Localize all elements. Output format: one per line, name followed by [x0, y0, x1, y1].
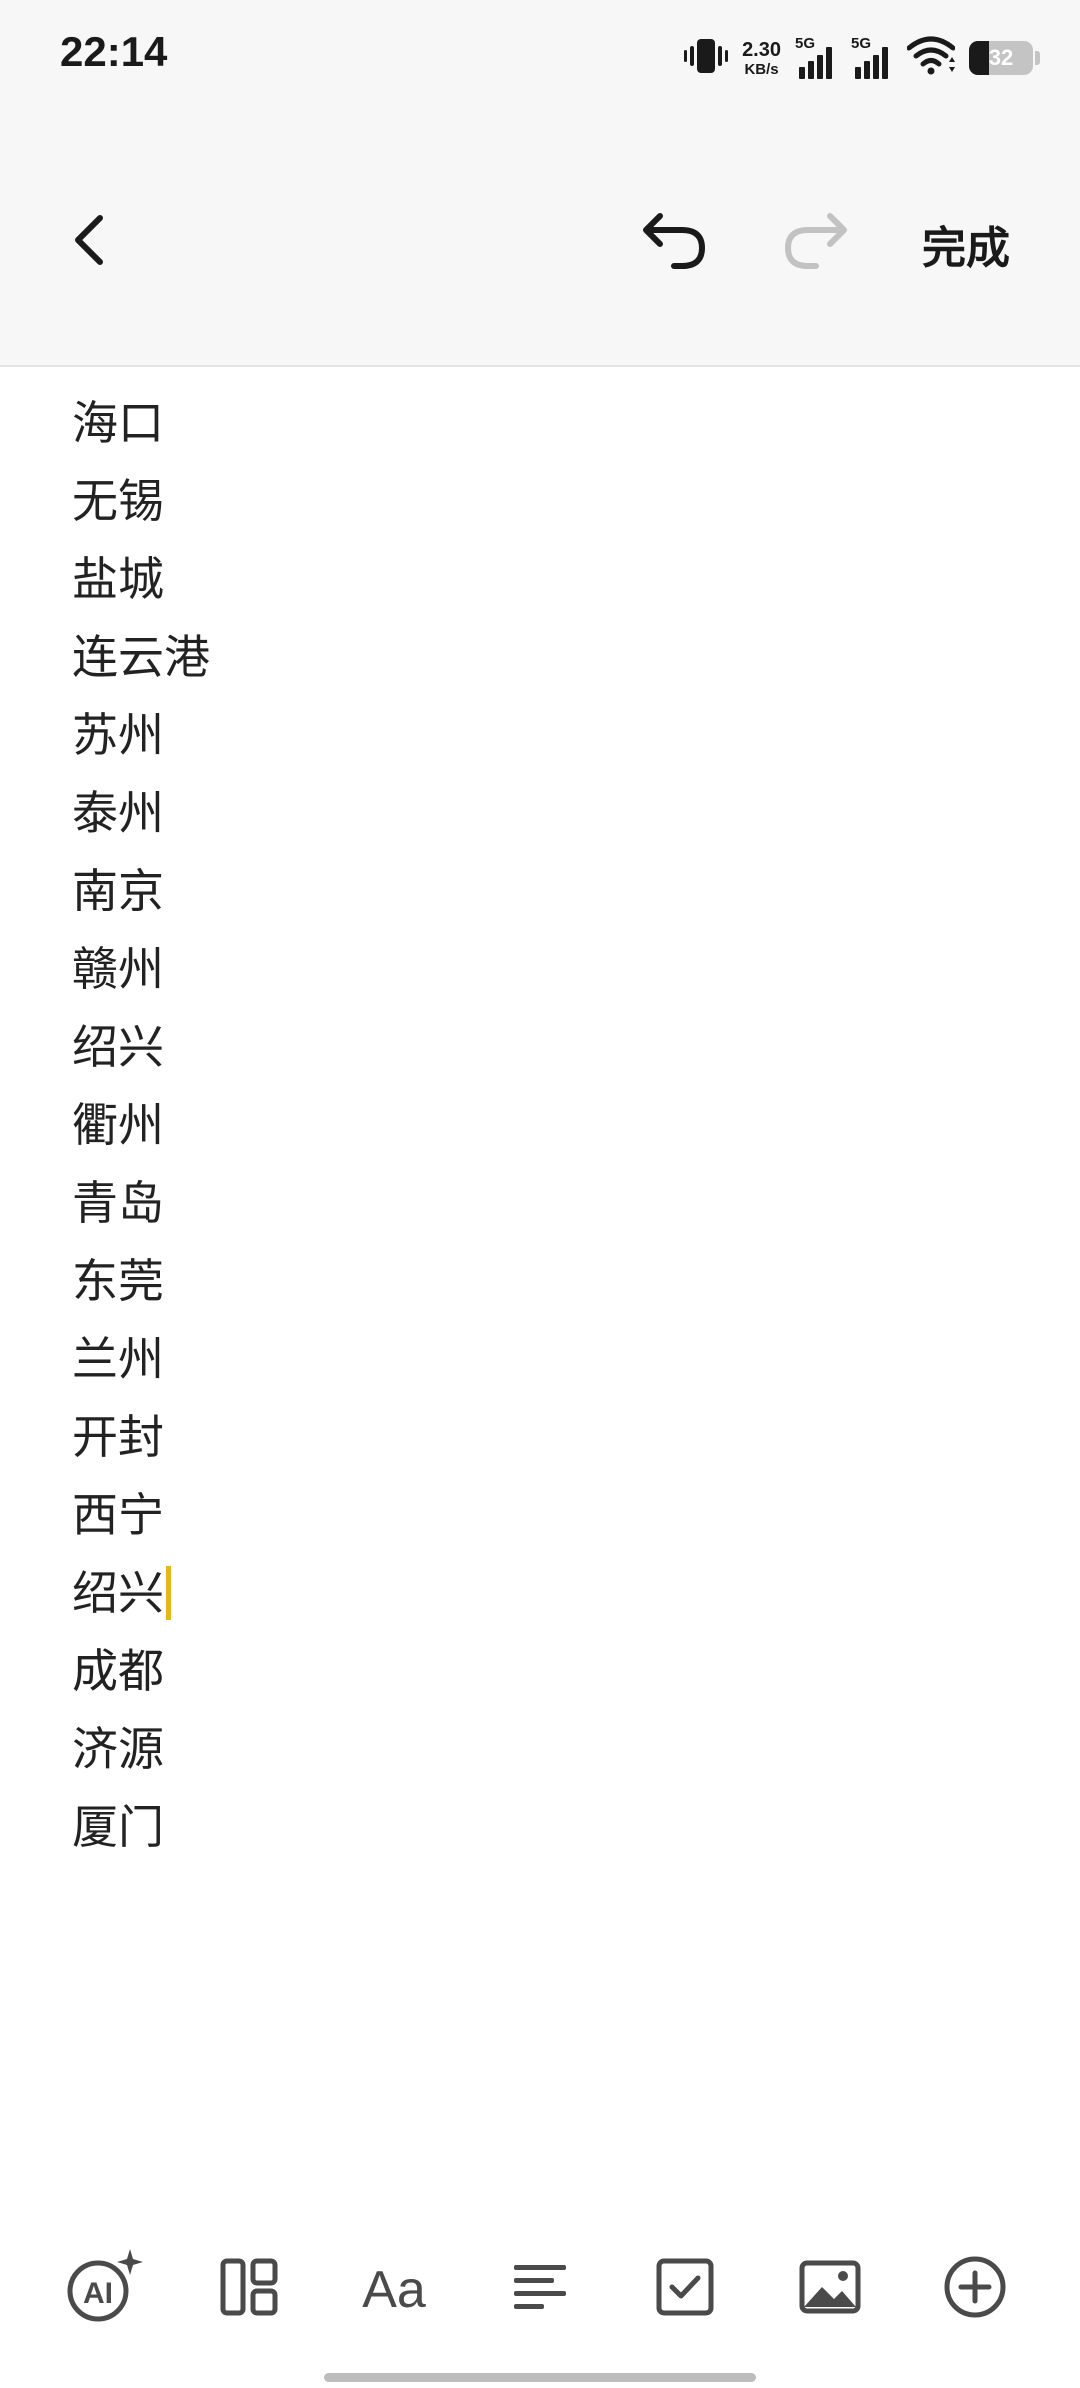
- vibrate-icon: [684, 36, 729, 80]
- more-insert-button[interactable]: [925, 2232, 1025, 2342]
- font-label: Aa: [362, 2261, 426, 2317]
- note-line-text: 泰州: [72, 786, 164, 840]
- network-speed-value: 2.30: [742, 38, 781, 61]
- note-line: 南京: [72, 852, 1012, 930]
- note-line: 绍兴: [72, 1554, 1012, 1632]
- note-line: 衢州: [72, 1086, 1012, 1164]
- note-line: 东莞: [72, 1242, 1012, 1320]
- note-line: 开封: [72, 1398, 1012, 1476]
- network-speed-unit: KB/s: [744, 60, 779, 78]
- note-line: 连云港: [72, 618, 1012, 696]
- align-button[interactable]: [490, 2232, 590, 2342]
- note-line-text: 绍兴: [72, 1020, 164, 1074]
- checklist-button[interactable]: [635, 2232, 735, 2342]
- note-line-text: 无锡: [72, 474, 164, 528]
- status-icons: 2.30 KB/s 5G 5G 32: [684, 30, 1040, 86]
- text-style-button[interactable]: Aa: [344, 2232, 444, 2342]
- ai-sparkle-icon: AI: [67, 2249, 143, 2322]
- undo-icon: [643, 213, 706, 269]
- network-speed: 2.30 KB/s: [742, 40, 781, 77]
- note-line: 成都: [72, 1632, 1012, 1710]
- note-line-text: 开封: [72, 1410, 164, 1464]
- note-line: 赣州: [72, 930, 1012, 1008]
- layout-grid-icon: [220, 2258, 278, 2316]
- status-time: 22:14: [60, 28, 168, 75]
- note-line-text: 绍兴: [72, 1566, 164, 1620]
- undo-button[interactable]: [630, 198, 720, 282]
- plus-circle-icon: [944, 2256, 1006, 2318]
- notes-editor-screen: 22:14 2.30 KB/s 5G 5G 32 完成 海口 无锡 盐城 连云港…: [0, 0, 1080, 2388]
- note-text-area[interactable]: 海口 无锡 盐城 连云港 苏州 泰州 南京 赣州 绍兴 衢州 青岛 东莞 兰州 开封 西宁 绍兴 成都 济源 厦门: [72, 384, 1012, 1866]
- note-line: 盐城: [72, 540, 1012, 618]
- status-bar: 22:14 2.30 KB/s 5G 5G 32: [0, 0, 1080, 120]
- chevron-left-icon: [75, 215, 103, 265]
- editor-toolbar: 完成: [0, 120, 1080, 367]
- home-indicator[interactable]: [324, 2373, 756, 2382]
- note-line: 兰州: [72, 1320, 1012, 1398]
- redo-icon: [784, 213, 847, 269]
- format-toolbar: AI Aa: [0, 2232, 1080, 2342]
- note-line-text: 西宁: [72, 1488, 164, 1542]
- ai-assistant-button[interactable]: AI: [54, 2232, 154, 2342]
- note-line: 苏州: [72, 696, 1012, 774]
- battery-level: 32: [988, 45, 1014, 70]
- image-icon: [799, 2260, 861, 2314]
- redo-button[interactable]: [770, 198, 860, 282]
- layout-button[interactable]: [199, 2232, 299, 2342]
- ai-label: AI: [83, 2277, 113, 2310]
- note-line: 海口: [72, 384, 1012, 462]
- note-line-text: 厦门: [72, 1800, 164, 1854]
- note-line-text: 盐城: [72, 552, 164, 606]
- text-cursor: [166, 1565, 171, 1620]
- note-line: 绍兴: [72, 1008, 1012, 1086]
- sim1-network-label: 5G: [795, 35, 816, 52]
- sim2-signal: 5G: [851, 35, 893, 81]
- note-line-text: 南京: [72, 864, 164, 918]
- sim1-signal: 5G: [795, 35, 837, 81]
- back-button[interactable]: [50, 200, 130, 280]
- note-line-text: 成都: [72, 1644, 164, 1698]
- note-line: 无锡: [72, 462, 1012, 540]
- sim2-network-label: 5G: [851, 35, 872, 52]
- battery-tip: [1035, 51, 1040, 65]
- note-line-text: 济源: [72, 1722, 164, 1776]
- note-line: 厦门: [72, 1788, 1012, 1866]
- battery-icon: 32: [969, 41, 1033, 75]
- note-line-text: 兰州: [72, 1332, 164, 1386]
- done-button[interactable]: 完成: [922, 212, 1010, 276]
- font-icon: Aa: [362, 2261, 426, 2317]
- note-line: 济源: [72, 1710, 1012, 1788]
- insert-image-button[interactable]: [780, 2232, 880, 2342]
- note-line-text: 海口: [72, 396, 164, 450]
- note-line-text: 东莞: [72, 1254, 164, 1308]
- align-left-icon: [514, 2265, 566, 2309]
- note-line: 西宁: [72, 1476, 1012, 1554]
- note-line-text: 青岛: [72, 1176, 164, 1230]
- note-line-text: 苏州: [72, 708, 164, 762]
- checkbox-icon: [656, 2258, 714, 2316]
- wifi-icon: [906, 36, 956, 80]
- note-line: 泰州: [72, 774, 1012, 852]
- note-line-text: 赣州: [72, 942, 164, 996]
- note-line: 青岛: [72, 1164, 1012, 1242]
- note-line-text: 衢州: [72, 1098, 164, 1152]
- note-line-text: 连云港: [72, 630, 210, 684]
